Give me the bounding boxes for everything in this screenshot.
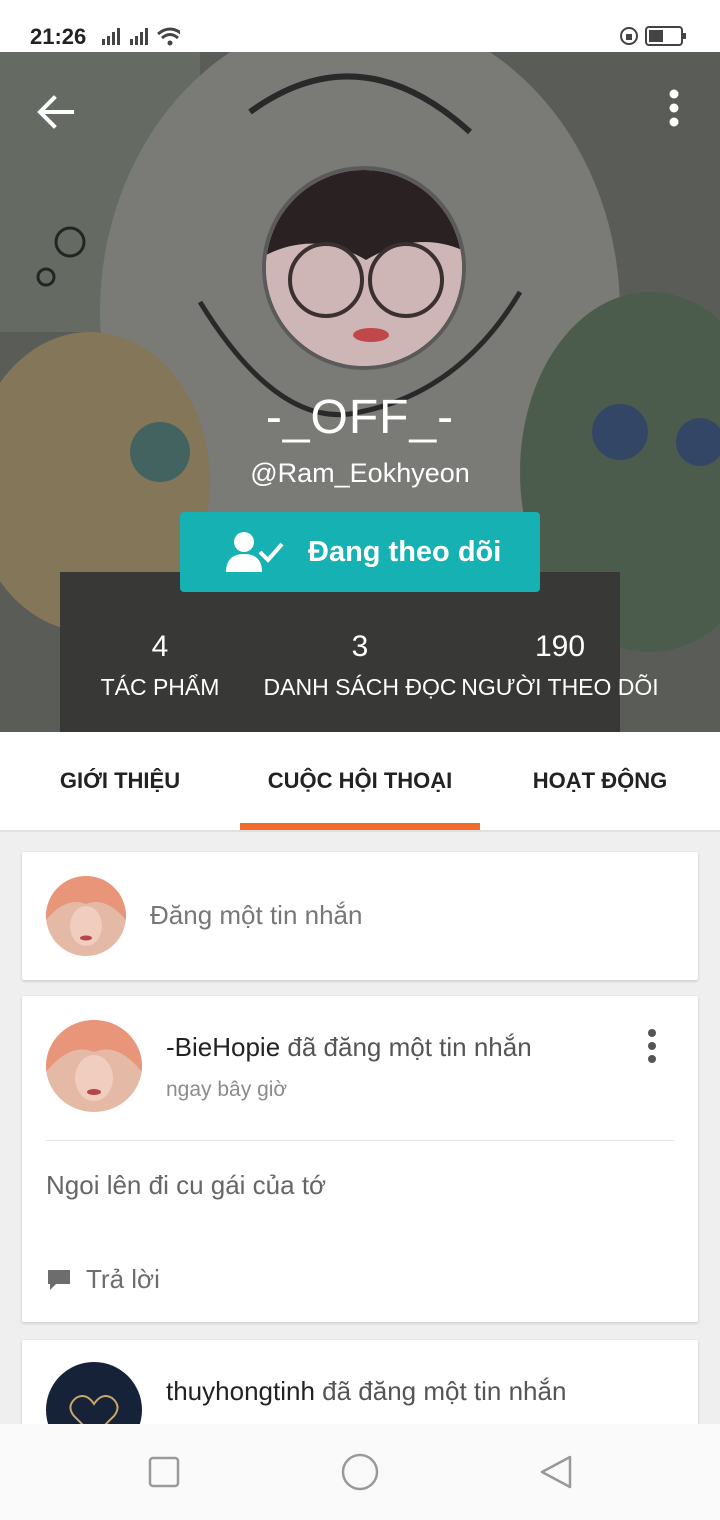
display-name: -_OFF_- <box>265 391 455 444</box>
poster-username[interactable]: -BieHopie <box>166 1032 280 1062</box>
profile-avatar[interactable] <box>262 166 466 370</box>
stat-works[interactable]: 4 TÁC PHẨM <box>60 630 260 701</box>
stat-followers[interactable]: 190 NGƯỜI THEO DÕI <box>460 630 660 701</box>
post-timestamp: ngay bây giờ <box>166 1078 288 1101</box>
post-message: Ngoi lên đi cu gái của tớ <box>46 1170 327 1200</box>
tab-activity[interactable]: HOẠT ĐỘNG <box>480 732 720 830</box>
reply-button[interactable]: Trả lời <box>46 1264 160 1295</box>
divider <box>46 1140 674 1141</box>
following-button-label: Đang theo dõi <box>308 535 502 568</box>
status-time: 21:26 <box>30 24 87 49</box>
post-action-text: đã đăng một tin nhắn <box>280 1032 532 1062</box>
post-action-text: đã đăng một tin nhắn <box>314 1376 567 1406</box>
stat-reading-lists[interactable]: 3 DANH SÁCH ĐỌC <box>260 630 460 701</box>
post-message-input[interactable]: Đăng một tin nhắn <box>150 900 362 931</box>
reply-label: Trả lời <box>86 1264 160 1294</box>
profile-tabs: GIỚI THIỆU CUỘC HỘI THOẠI HOẠT ĐỘNG <box>0 732 720 832</box>
back-arrow-icon[interactable] <box>34 90 78 134</box>
nav-back-icon[interactable] <box>538 1454 574 1490</box>
post-composer[interactable]: Đăng một tin nhắn <box>22 852 698 980</box>
system-nav-bar <box>0 1424 720 1520</box>
comment-icon <box>48 1269 70 1290</box>
poster-username[interactable]: thuyhongtinh <box>166 1376 315 1406</box>
battery-icon <box>620 26 686 46</box>
username: @Ram_Eokhyeon <box>250 458 470 488</box>
status-bar: 21:26 <box>0 0 720 52</box>
nav-home-icon[interactable] <box>340 1452 380 1492</box>
nav-recent-icon[interactable] <box>148 1456 180 1488</box>
tab-conversations[interactable]: CUỘC HỘI THOẠI <box>240 732 480 830</box>
more-vert-icon[interactable] <box>664 88 684 132</box>
profile-header: -_OFF_- @Ram_Eokhyeon Đang theo dõi 4 TÁ… <box>0 52 720 732</box>
composer-avatar <box>46 876 126 956</box>
poster-avatar[interactable] <box>46 1020 142 1112</box>
signal-icons <box>102 27 180 46</box>
post-header: -BieHopie đã đăng một tin nhắn <box>166 1032 532 1063</box>
follow-check-icon <box>226 532 284 572</box>
post-header: thuyhongtinh đã đăng một tin nhắn <box>166 1376 566 1407</box>
conversation-post: -BieHopie đã đăng một tin nhắn ngay bây … <box>22 996 698 1322</box>
post-more-icon[interactable] <box>646 1028 658 1064</box>
tab-about[interactable]: GIỚI THIỆU <box>0 732 240 830</box>
following-button[interactable]: Đang theo dõi <box>180 512 540 592</box>
